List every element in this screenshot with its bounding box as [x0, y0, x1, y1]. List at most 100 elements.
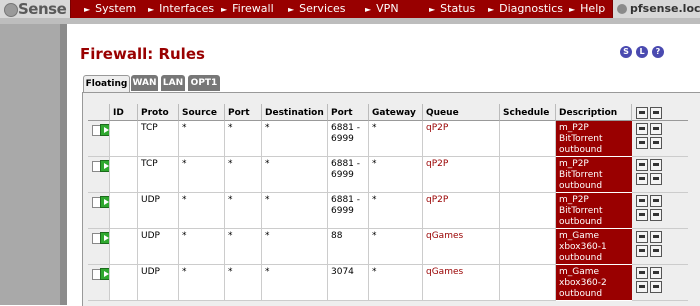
- rule-dest-port: 6881 - 6999: [328, 157, 369, 193]
- move-rule-button[interactable]: [650, 231, 662, 243]
- col-source: Source: [179, 104, 225, 121]
- hostname-box: pfsense.local: [612, 0, 700, 18]
- rule-source-port: *: [225, 265, 262, 301]
- help-icon[interactable]: ?: [652, 46, 664, 58]
- tab-floating[interactable]: Floating: [83, 75, 130, 93]
- rule-schedule: [500, 193, 556, 229]
- nav-interfaces[interactable]: ► Interfaces: [148, 0, 214, 18]
- delete-rule-button[interactable]: [636, 281, 648, 293]
- rule-description: m_P2P BitTorrent outbound: [556, 193, 632, 229]
- move-rule-button[interactable]: [650, 195, 662, 207]
- pfsense-logo[interactable]: Sense: [0, 0, 71, 18]
- move-rule-button[interactable]: [650, 123, 662, 135]
- rule-queue[interactable]: qGames: [423, 229, 500, 265]
- rule-source: *: [179, 193, 225, 229]
- edit-rule-button[interactable]: [636, 159, 648, 171]
- left-frame: [0, 24, 67, 305]
- rule-gateway: *: [369, 265, 423, 301]
- pass-icon[interactable]: [100, 124, 109, 136]
- col-queue: Queue: [423, 104, 500, 121]
- rule-gateway: *: [369, 121, 423, 157]
- rule-schedule: [500, 157, 556, 193]
- delete-rule-button[interactable]: [636, 173, 648, 185]
- nav-label: System: [95, 2, 137, 15]
- nav-vpn[interactable]: ► VPN: [365, 0, 399, 18]
- nav-status[interactable]: ► Status: [429, 0, 475, 18]
- nav-label: Services: [299, 2, 346, 15]
- move-rule-button[interactable]: [650, 267, 662, 279]
- status-icon[interactable]: S: [620, 46, 632, 58]
- move-rule-button[interactable]: [650, 159, 662, 171]
- edit-rule-button[interactable]: [636, 267, 648, 279]
- chevron-right-icon: ►: [288, 5, 295, 14]
- pass-icon[interactable]: [100, 196, 109, 208]
- page-title: Firewall: Rules: [80, 45, 205, 63]
- rule-schedule: [500, 121, 556, 157]
- add-rule-top-button[interactable]: [650, 107, 662, 119]
- logo-icon: [4, 3, 18, 17]
- copy-rule-button[interactable]: [650, 209, 662, 221]
- rule-source: *: [179, 265, 225, 301]
- edit-rule-button[interactable]: [636, 231, 648, 243]
- header-divider: [0, 18, 700, 24]
- pass-icon[interactable]: [100, 268, 109, 280]
- chevron-right-icon: ►: [488, 5, 495, 14]
- nav-help[interactable]: ► Help: [569, 0, 605, 18]
- col-proto: Proto: [138, 104, 179, 121]
- rule-proto: UDP: [138, 229, 179, 265]
- pass-icon[interactable]: [100, 160, 109, 172]
- hostname: pfsense.local: [630, 2, 700, 15]
- rule-dest-port: 3074: [328, 265, 369, 301]
- rule-queue[interactable]: qP2P: [423, 157, 500, 193]
- rule-source-port: *: [225, 193, 262, 229]
- log-icon[interactable]: L: [636, 46, 648, 58]
- rule-queue[interactable]: qP2P: [423, 193, 500, 229]
- rule-queue[interactable]: qP2P: [423, 121, 500, 157]
- col-schedule: Schedule: [500, 104, 556, 121]
- delete-rule-button[interactable]: [636, 245, 648, 257]
- col-gateway: Gateway: [369, 104, 423, 121]
- table-row-select: [88, 157, 110, 193]
- nav-label: Help: [580, 2, 606, 15]
- rule-id: [110, 157, 138, 193]
- delete-rule-button[interactable]: [636, 137, 648, 149]
- rule-destination: *: [262, 229, 328, 265]
- rule-source-port: *: [225, 121, 262, 157]
- tab-opt1[interactable]: OPT1: [188, 75, 220, 91]
- rule-id: [110, 121, 138, 157]
- nav-firewall[interactable]: ► Firewall: [221, 0, 274, 18]
- nav-system[interactable]: ► System: [84, 0, 136, 18]
- col-actions: [632, 104, 688, 121]
- rule-destination: *: [262, 265, 328, 301]
- pass-icon[interactable]: [100, 232, 109, 244]
- nav-services[interactable]: ► Services: [288, 0, 346, 18]
- copy-rule-button[interactable]: [650, 245, 662, 257]
- tab-lan[interactable]: LAN: [161, 75, 185, 91]
- col-dest-port: Port: [328, 104, 369, 121]
- host-icon: [617, 4, 627, 14]
- rule-source-port: *: [225, 229, 262, 265]
- tab-wan[interactable]: WAN: [131, 75, 158, 91]
- edit-rule-button[interactable]: [636, 123, 648, 135]
- rule-source: *: [179, 229, 225, 265]
- rule-description: m_P2P BitTorrent outbound: [556, 157, 632, 193]
- copy-rule-button[interactable]: [650, 173, 662, 185]
- delete-rule-button[interactable]: [636, 209, 648, 221]
- rule-destination: *: [262, 193, 328, 229]
- rule-dest-port: 6881 - 6999: [328, 121, 369, 157]
- rule-id: [110, 229, 138, 265]
- rule-dest-port: 6881 - 6999: [328, 193, 369, 229]
- nav-diagnostics[interactable]: ► Diagnostics: [488, 0, 563, 18]
- rule-gateway: *: [369, 157, 423, 193]
- table-row-select: [88, 265, 110, 301]
- rule-gateway: *: [369, 229, 423, 265]
- edit-rule-button[interactable]: [636, 195, 648, 207]
- add-rule-button[interactable]: [636, 107, 648, 119]
- copy-rule-button[interactable]: [650, 137, 662, 149]
- left-frame-shadow: [60, 24, 67, 305]
- rule-proto: TCP: [138, 157, 179, 193]
- rule-schedule: [500, 229, 556, 265]
- rule-source: *: [179, 121, 225, 157]
- rule-queue[interactable]: qGames: [423, 265, 500, 301]
- copy-rule-button[interactable]: [650, 281, 662, 293]
